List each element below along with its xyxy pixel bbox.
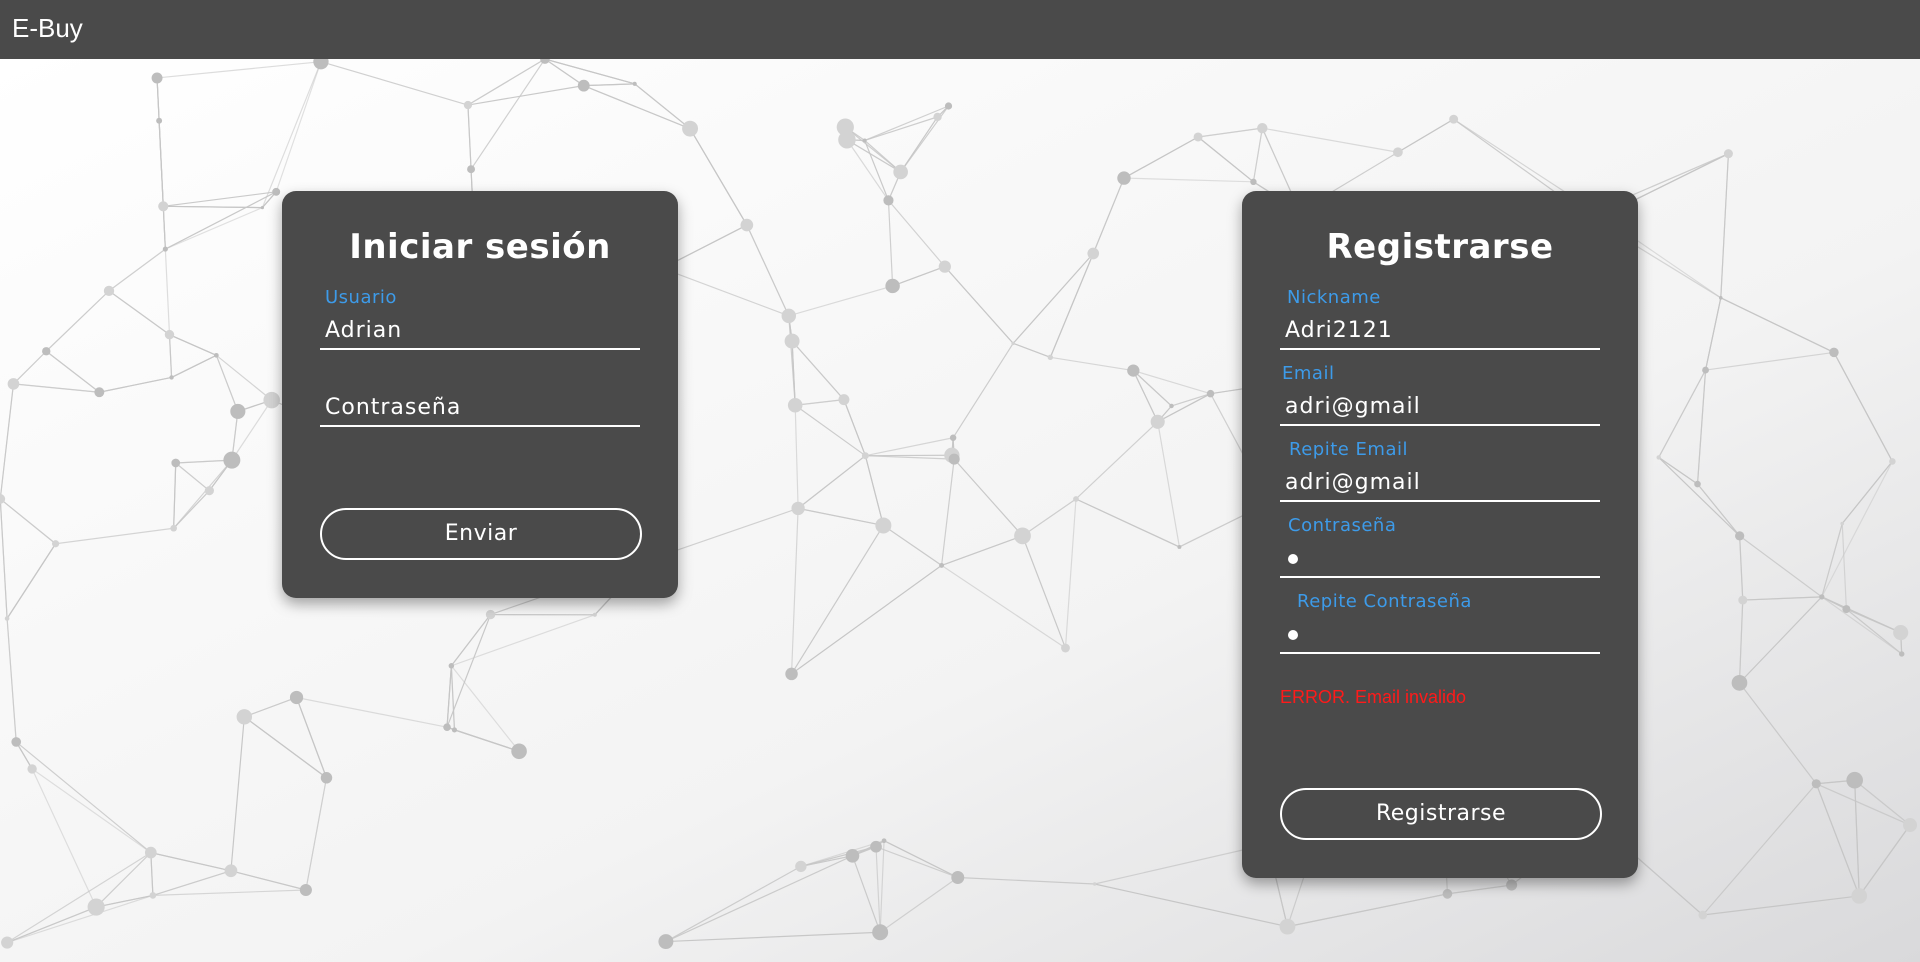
login-card: Iniciar sesión Usuario Adrian Contraseña…: [282, 191, 678, 598]
repeat-email-underline: [1280, 500, 1600, 502]
repeat-email-input[interactable]: adri@gmail: [1285, 470, 1421, 495]
password-underline: [1280, 576, 1600, 578]
repeat-password-field[interactable]: Repite Contraseña: [1280, 591, 1600, 661]
password-mask-dot: [1288, 554, 1298, 564]
email-label: Email: [1282, 363, 1335, 384]
login-password-underline: [320, 425, 640, 427]
nickname-label: Nickname: [1287, 287, 1381, 308]
login-title: Iniciar sesión: [349, 227, 611, 267]
repeat-password-mask-dot: [1288, 630, 1298, 640]
repeat-email-label: Repite Email: [1289, 439, 1408, 460]
login-password-field[interactable]: Contraseña: [320, 364, 640, 434]
register-card: Registrarse Nickname Adri2121 Email adri…: [1242, 191, 1638, 878]
username-underline: [320, 348, 640, 350]
email-input[interactable]: adri@gmail: [1285, 394, 1421, 419]
email-field[interactable]: Email adri@gmail: [1280, 363, 1600, 433]
email-underline: [1280, 424, 1600, 426]
nickname-underline: [1280, 348, 1600, 350]
register-title: Registrarse: [1326, 227, 1554, 267]
username-label: Usuario: [325, 287, 397, 308]
top-app-bar: E-Buy: [0, 0, 1920, 59]
nickname-input[interactable]: Adri2121: [1285, 318, 1393, 343]
password-label: Contraseña: [1288, 515, 1397, 536]
error-message: ERROR. Email invalido: [1280, 687, 1467, 707]
password-field[interactable]: Contraseña: [1280, 515, 1600, 585]
username-field[interactable]: Usuario Adrian: [320, 287, 640, 357]
repeat-email-field[interactable]: Repite Email adri@gmail: [1280, 439, 1600, 509]
repeat-password-underline: [1280, 652, 1600, 654]
username-input[interactable]: Adrian: [325, 318, 402, 343]
register-button[interactable]: Registrarse: [1280, 788, 1602, 840]
login-password-input[interactable]: Contraseña: [325, 395, 461, 420]
repeat-password-label: Repite Contraseña: [1297, 591, 1472, 612]
nickname-field[interactable]: Nickname Adri2121: [1280, 287, 1600, 357]
app-title[interactable]: E-Buy: [12, 13, 83, 44]
send-button[interactable]: Enviar: [320, 508, 642, 560]
